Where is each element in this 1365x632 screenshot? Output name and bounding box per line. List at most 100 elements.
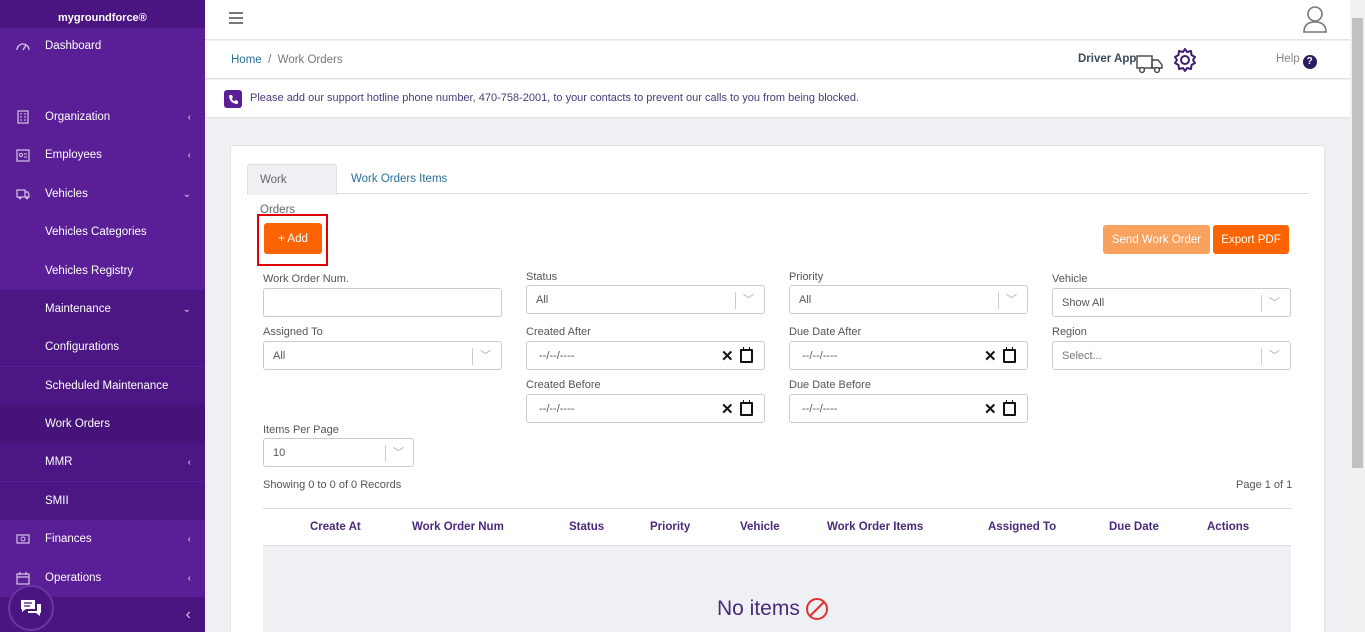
priority-select[interactable]: All ﹀ <box>789 285 1028 314</box>
page-scrollbar[interactable] <box>1350 0 1365 632</box>
select-separator <box>1261 295 1262 312</box>
work-orders-card: Work Orders Work Orders Items + Add Send… <box>230 145 1325 632</box>
sidebar-item-scheduled-maintenance[interactable]: Scheduled Maintenance <box>0 367 205 405</box>
calendar-icon[interactable] <box>740 347 753 363</box>
chevron-down-icon: ﹀ <box>1006 294 1017 306</box>
chevron-left-icon: ‹ <box>187 533 191 545</box>
column-header-vehicle[interactable]: Vehicle <box>740 521 780 533</box>
chevron-down-icon: ﹀ <box>480 350 491 362</box>
help-label: Help <box>1276 53 1300 65</box>
chevron-down-icon: ⌄ <box>182 303 191 315</box>
export-pdf-button[interactable]: Export PDF <box>1213 225 1289 254</box>
table-header: Create At Work Order Num Status Priority… <box>263 508 1291 546</box>
sidebar-item-finances[interactable]: Finances ‹ <box>0 520 205 558</box>
delivery-truck-icon[interactable] <box>1136 52 1164 74</box>
sidebar-item-configurations[interactable]: Configurations <box>0 328 205 366</box>
hamburger-menu-icon[interactable] <box>229 12 243 24</box>
sidebar-item-dashboard[interactable]: Dashboard <box>0 28 205 66</box>
collapse-sidebar-icon[interactable]: ‹ <box>186 606 191 624</box>
breadcrumb-home-link[interactable]: Home <box>231 54 262 66</box>
sidebar-item-smii[interactable]: SMII <box>0 482 205 520</box>
region-select[interactable]: Select... ﹀ <box>1052 341 1291 370</box>
chevron-left-icon: ‹ <box>187 149 191 161</box>
created-after-date-input[interactable]: --/--/---- ✕ <box>526 341 765 370</box>
sidebar-item-organization[interactable]: Organization ‹ <box>0 98 205 136</box>
sidebar-item-mmr[interactable]: MMR ‹ <box>0 443 205 481</box>
building-icon <box>17 110 29 124</box>
user-avatar-icon[interactable] <box>1302 5 1328 33</box>
column-header-assigned-to[interactable]: Assigned To <box>988 521 1056 533</box>
help-link[interactable]: Help? <box>1276 53 1317 69</box>
clear-date-icon[interactable]: ✕ <box>721 347 734 365</box>
sidebar-item-label: Vehicles Categories <box>45 226 147 238</box>
truck-icon <box>16 189 30 200</box>
calendar-icon[interactable] <box>740 400 753 416</box>
money-icon <box>16 534 30 544</box>
select-separator <box>472 348 473 365</box>
tab-work-orders[interactable]: Work Orders <box>247 164 337 216</box>
sidebar: mygroundforce® Dashboard Organization ‹ … <box>0 0 205 632</box>
sidebar-item-label: Organization <box>45 111 111 123</box>
chevron-down-icon: ﹀ <box>393 447 404 459</box>
sidebar-item-label: Scheduled Maintenance <box>45 380 169 392</box>
chat-widget-button[interactable] <box>8 585 54 631</box>
status-select[interactable]: All ﹀ <box>526 285 765 314</box>
due-date-after-date-input[interactable]: --/--/---- ✕ <box>789 341 1028 370</box>
due-date-after-label: Due Date After <box>789 326 862 338</box>
sidebar-item-vehicles-registry[interactable]: Vehicles Registry <box>0 252 205 290</box>
priority-value: All <box>799 294 812 306</box>
chevron-left-icon: ‹ <box>187 111 191 123</box>
assigned-to-select[interactable]: All ﹀ <box>263 341 502 370</box>
created-after-value: --/--/---- <box>539 350 575 362</box>
clear-date-icon[interactable]: ✕ <box>721 400 734 418</box>
column-header-create-at[interactable]: Create At <box>310 521 361 533</box>
chevron-down-icon: ⌄ <box>182 188 191 200</box>
created-before-date-input[interactable]: --/--/---- ✕ <box>526 394 765 423</box>
sidebar-item-label: Vehicles <box>45 188 88 200</box>
sidebar-item-vehicles-categories[interactable]: Vehicles Categories <box>0 213 205 251</box>
calendar-icon[interactable] <box>1003 347 1016 363</box>
region-label: Region <box>1052 326 1087 338</box>
column-header-work-order-items[interactable]: Work Order Items <box>827 521 923 533</box>
sidebar-item-employees[interactable]: Employees ‹ <box>0 136 205 174</box>
vehicle-select[interactable]: Show All ﹀ <box>1052 288 1291 317</box>
clear-date-icon[interactable]: ✕ <box>984 347 997 365</box>
calendar-icon[interactable] <box>1003 400 1016 416</box>
due-date-after-value: --/--/---- <box>802 350 838 362</box>
column-header-due-date[interactable]: Due Date <box>1109 521 1159 533</box>
sidebar-item-label: Operations <box>45 572 102 584</box>
column-header-work-order-num[interactable]: Work Order Num <box>412 521 504 533</box>
sidebar-item-label: Employees <box>45 149 102 161</box>
phone-icon <box>224 90 242 108</box>
vehicle-value: Show All <box>1062 297 1105 309</box>
select-separator <box>735 292 736 309</box>
assigned-to-label: Assigned To <box>263 326 323 338</box>
calendar-icon <box>16 572 30 585</box>
column-header-status[interactable]: Status <box>569 521 604 533</box>
tab-work-orders-items[interactable]: Work Orders Items <box>339 164 459 195</box>
due-date-before-label: Due Date Before <box>789 379 871 391</box>
items-per-page-select[interactable]: 10 ﹀ <box>263 438 414 467</box>
sidebar-item-work-orders[interactable]: Work Orders <box>0 405 205 443</box>
work-order-num-input[interactable] <box>263 288 502 317</box>
sidebar-item-vehicles[interactable]: Vehicles ⌄ <box>0 175 205 213</box>
priority-label: Priority <box>789 271 824 283</box>
clear-date-icon[interactable]: ✕ <box>984 400 997 418</box>
sidebar-item-label: SMII <box>45 495 69 507</box>
column-header-priority[interactable]: Priority <box>650 521 690 533</box>
settings-gear-icon[interactable] <box>1172 47 1198 73</box>
sidebar-item-maintenance[interactable]: Maintenance ⌄ <box>0 290 205 328</box>
brand-name: mygroundforce® <box>58 12 147 24</box>
send-work-order-button[interactable]: Send Work Order <box>1103 225 1210 254</box>
breadcrumb: Home / Work Orders <box>231 54 343 66</box>
sidebar-item-label: MMR <box>45 456 73 468</box>
due-date-before-date-input[interactable]: --/--/---- ✕ <box>789 394 1028 423</box>
empty-state: No items <box>717 597 829 621</box>
prohibited-icon <box>805 598 828 620</box>
chevron-down-icon: ﹀ <box>743 294 754 306</box>
add-button[interactable]: + Add <box>264 223 322 254</box>
empty-state-text: No items <box>717 597 800 620</box>
driver-app-link[interactable]: Driver App <box>1078 53 1136 65</box>
scrollbar-thumb[interactable] <box>1352 18 1363 468</box>
chevron-down-icon: ﹀ <box>1269 350 1280 362</box>
